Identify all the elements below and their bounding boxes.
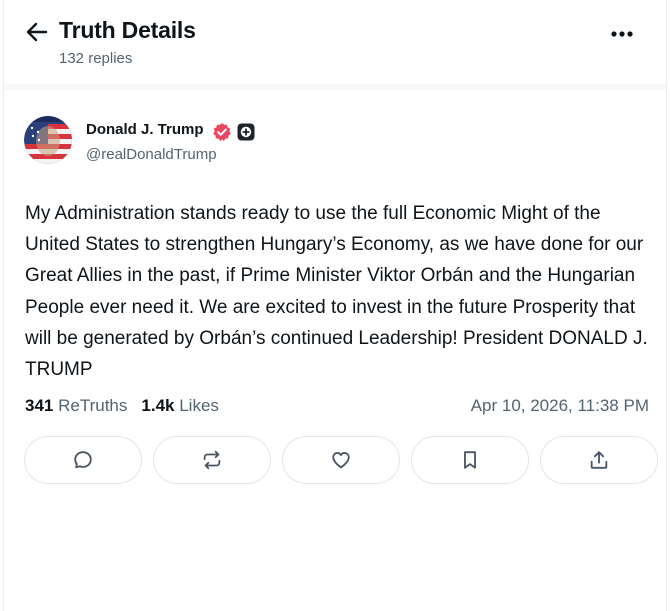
more-horizontal-icon — [611, 31, 633, 37]
author-handle[interactable]: @realDonaldTrump — [86, 146, 217, 163]
header-divider — [4, 84, 666, 90]
plus-badge-icon — [237, 123, 255, 141]
repost-icon — [203, 450, 221, 470]
reply-button[interactable] — [24, 436, 142, 484]
more-options-button[interactable] — [607, 22, 637, 46]
comment-icon — [74, 451, 92, 469]
bookmark-button[interactable] — [411, 436, 529, 484]
retruth-button[interactable] — [153, 436, 271, 484]
share-button[interactable] — [540, 436, 658, 484]
back-button[interactable] — [24, 20, 50, 44]
post-text: My Administration stands ready to use th… — [25, 203, 648, 381]
arrow-left-icon — [26, 22, 48, 42]
like-button[interactable] — [282, 436, 400, 484]
replies-count: 132 replies — [59, 50, 133, 67]
page-header: Truth Details 132 replies — [4, 0, 666, 84]
verified-badge-icon — [212, 122, 232, 142]
post-actions — [24, 436, 658, 484]
share-icon — [590, 451, 608, 469]
bookmark-icon — [464, 451, 476, 469]
post-detail-panel: Truth Details 132 replies Donald J. Trum… — [3, 0, 667, 611]
likes-count: 1.4k — [141, 396, 175, 415]
author-name[interactable]: Donald J. Trump — [86, 121, 204, 138]
avatar[interactable] — [24, 116, 72, 164]
likes-label: Likes — [179, 396, 219, 415]
retruths-count: 341 — [25, 396, 54, 415]
heart-icon — [332, 452, 350, 469]
likes-stat[interactable]: 1.4k Likes — [141, 396, 219, 416]
post-timestamp: Apr 10, 2026, 11:38 PM — [470, 396, 649, 415]
retruths-label: ReTruths — [58, 396, 128, 415]
post-stats: 341 ReTruths 1.4k Likes — [25, 396, 219, 416]
page-title: Truth Details — [59, 17, 196, 43]
retruths-stat[interactable]: 341 ReTruths — [25, 396, 127, 416]
